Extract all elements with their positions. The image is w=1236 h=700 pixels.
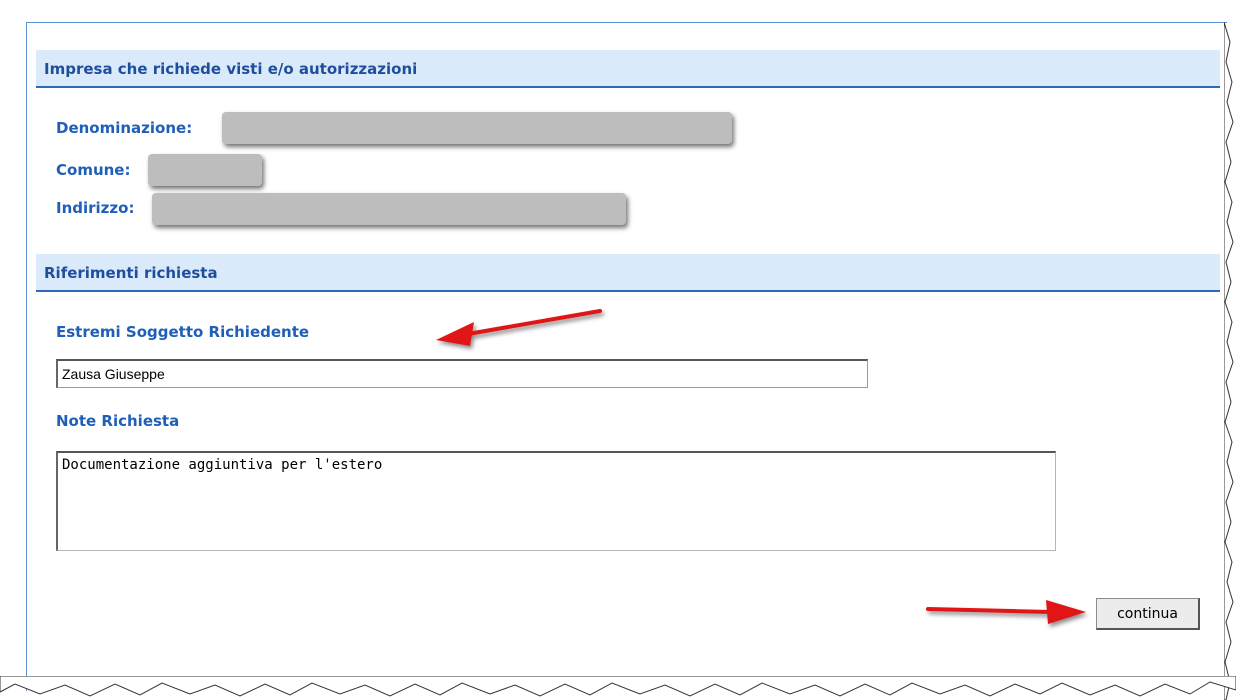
section-header-impresa: Impresa che richiede visti e/o autorizza…: [36, 50, 1220, 88]
comune-label: Comune:: [56, 161, 131, 179]
note-richiesta-label: Note Richiesta: [56, 412, 180, 430]
indirizzo-label: Indirizzo:: [56, 199, 135, 217]
denominazione-redacted-value: [222, 112, 732, 144]
denominazione-label: Denominazione:: [56, 119, 193, 137]
indirizzo-redacted-value: [152, 193, 626, 225]
torn-edge-right: [1224, 22, 1234, 700]
continua-button[interactable]: continua: [1096, 598, 1200, 630]
section-title-riferimenti: Riferimenti richiesta: [44, 264, 218, 282]
soggetto-richiedente-input[interactable]: [56, 359, 868, 388]
section-header-riferimenti: Riferimenti richiesta: [36, 254, 1220, 292]
soggetto-richiedente-label: Estremi Soggetto Richiedente: [56, 323, 310, 341]
torn-edge-bottom: [0, 676, 1236, 697]
comune-redacted-value: [148, 154, 262, 186]
section-title-impresa: Impresa che richiede visti e/o autorizza…: [44, 60, 418, 78]
note-richiesta-textarea[interactable]: [56, 451, 1056, 551]
